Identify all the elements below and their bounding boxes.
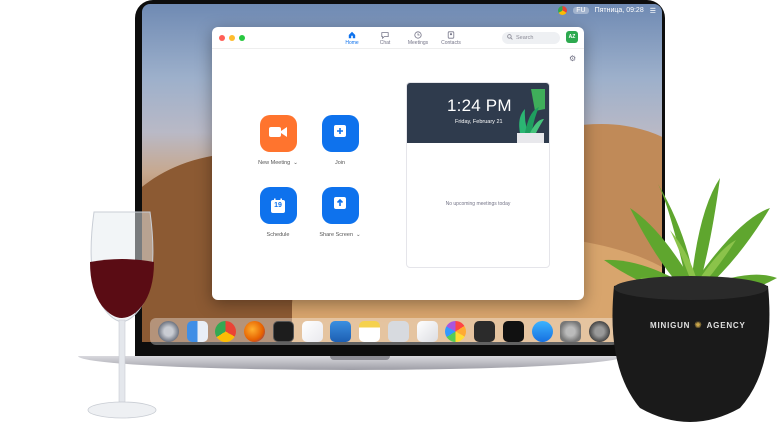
search-input[interactable]: Search [502,32,560,44]
main-tabs: Home Chat Meetings Contacts [340,30,463,46]
clock-header: 1:24 PM Friday, February 21 [407,83,549,143]
pot-brand: MINIGUN ✺ AGENCY [650,320,746,331]
plant-illustration [517,89,545,143]
plus-icon [333,124,347,143]
dock [150,318,618,345]
tab-home[interactable]: Home [340,30,364,46]
schedule-action: 19 Schedule [248,187,308,238]
system-preferences-icon[interactable] [560,321,582,342]
calendar-day-number: 19 [274,202,282,209]
terminal-icon[interactable] [272,321,294,342]
new-meeting-button[interactable] [259,115,297,152]
share-screen-action: Share Screen ⌄ [310,187,370,238]
tab-label: Contacts [441,40,461,46]
chrome-icon[interactable] [215,321,237,342]
join-button[interactable] [321,115,359,152]
join-action: Join [310,115,370,166]
share-screen-icon [333,196,347,215]
star-logo-icon: ✺ [694,320,703,330]
notification-center-icon[interactable]: ☰ [650,7,656,15]
mac-menubar: FU Пятница, 09:28 ☰ [558,6,656,15]
photo-viewer-icon[interactable] [387,321,409,342]
schedule-label: Schedule [266,232,290,238]
calculator-icon[interactable] [474,321,496,342]
pot-brand-right: AGENCY [706,321,746,330]
tab-contacts[interactable]: Contacts [439,30,463,46]
chevron-down-icon[interactable]: ⌄ [356,232,361,238]
minimize-window-button[interactable] [229,35,235,41]
share-screen-button[interactable] [321,187,359,224]
finder-icon[interactable] [186,321,208,342]
no-meetings-message: No upcoming meetings today [445,201,511,207]
calendar-icon: 19 [270,198,286,214]
home-icon [348,30,356,40]
stocks-icon[interactable] [502,321,524,342]
title-bar: Home Chat Meetings Contacts Search AZ [212,27,584,49]
music-icon[interactable] [301,321,323,342]
menubar-clock[interactable]: Пятница, 09:28 [595,7,644,14]
tab-chat[interactable]: Chat [373,30,397,46]
clock-icon [414,30,422,40]
upcoming-meetings-panel: 1:24 PM Friday, February 21 No upcoming … [406,82,550,268]
pages-icon[interactable] [416,321,438,342]
join-label: Join [334,160,346,166]
tab-label: Meetings [407,40,429,46]
schedule-button[interactable]: 19 [259,187,297,224]
contacts-icon [447,30,455,40]
new-meeting-label: New Meeting [258,160,291,166]
wine-glass [87,211,157,419]
search-placeholder: Search [516,35,534,41]
current-date: Friday, February 21 [455,119,503,125]
user-tag[interactable]: FU [573,7,589,14]
tab-label: Chat [379,40,391,46]
chevron-down-icon[interactable]: ⌄ [293,160,298,166]
tab-label: Home [345,40,359,46]
photos-icon[interactable] [445,321,467,342]
pot-brand-left: MINIGUN [650,321,691,330]
maximize-window-button[interactable] [239,35,245,41]
firefox-icon[interactable] [244,321,266,342]
chat-icon [381,30,389,40]
gear-icon[interactable]: ⚙ [569,54,576,63]
succulent-plant [604,178,777,422]
app-store-icon[interactable] [531,321,553,342]
keynote-icon[interactable] [330,321,352,342]
current-time: 1:24 PM [447,96,512,115]
new-meeting-action: New Meeting ⌄ [248,115,308,166]
laptop-notch [330,356,390,360]
tab-meetings[interactable]: Meetings [406,30,430,46]
zoom-window: Home Chat Meetings Contacts Search AZ ⚙ … [212,27,584,300]
video-camera-icon [269,125,287,143]
share-screen-label: Share Screen [319,232,354,238]
close-window-button[interactable] [219,35,225,41]
notes-icon[interactable] [359,321,381,342]
search-icon [507,34,513,42]
avatar[interactable]: AZ [566,31,578,43]
chrome-icon[interactable] [558,6,568,15]
